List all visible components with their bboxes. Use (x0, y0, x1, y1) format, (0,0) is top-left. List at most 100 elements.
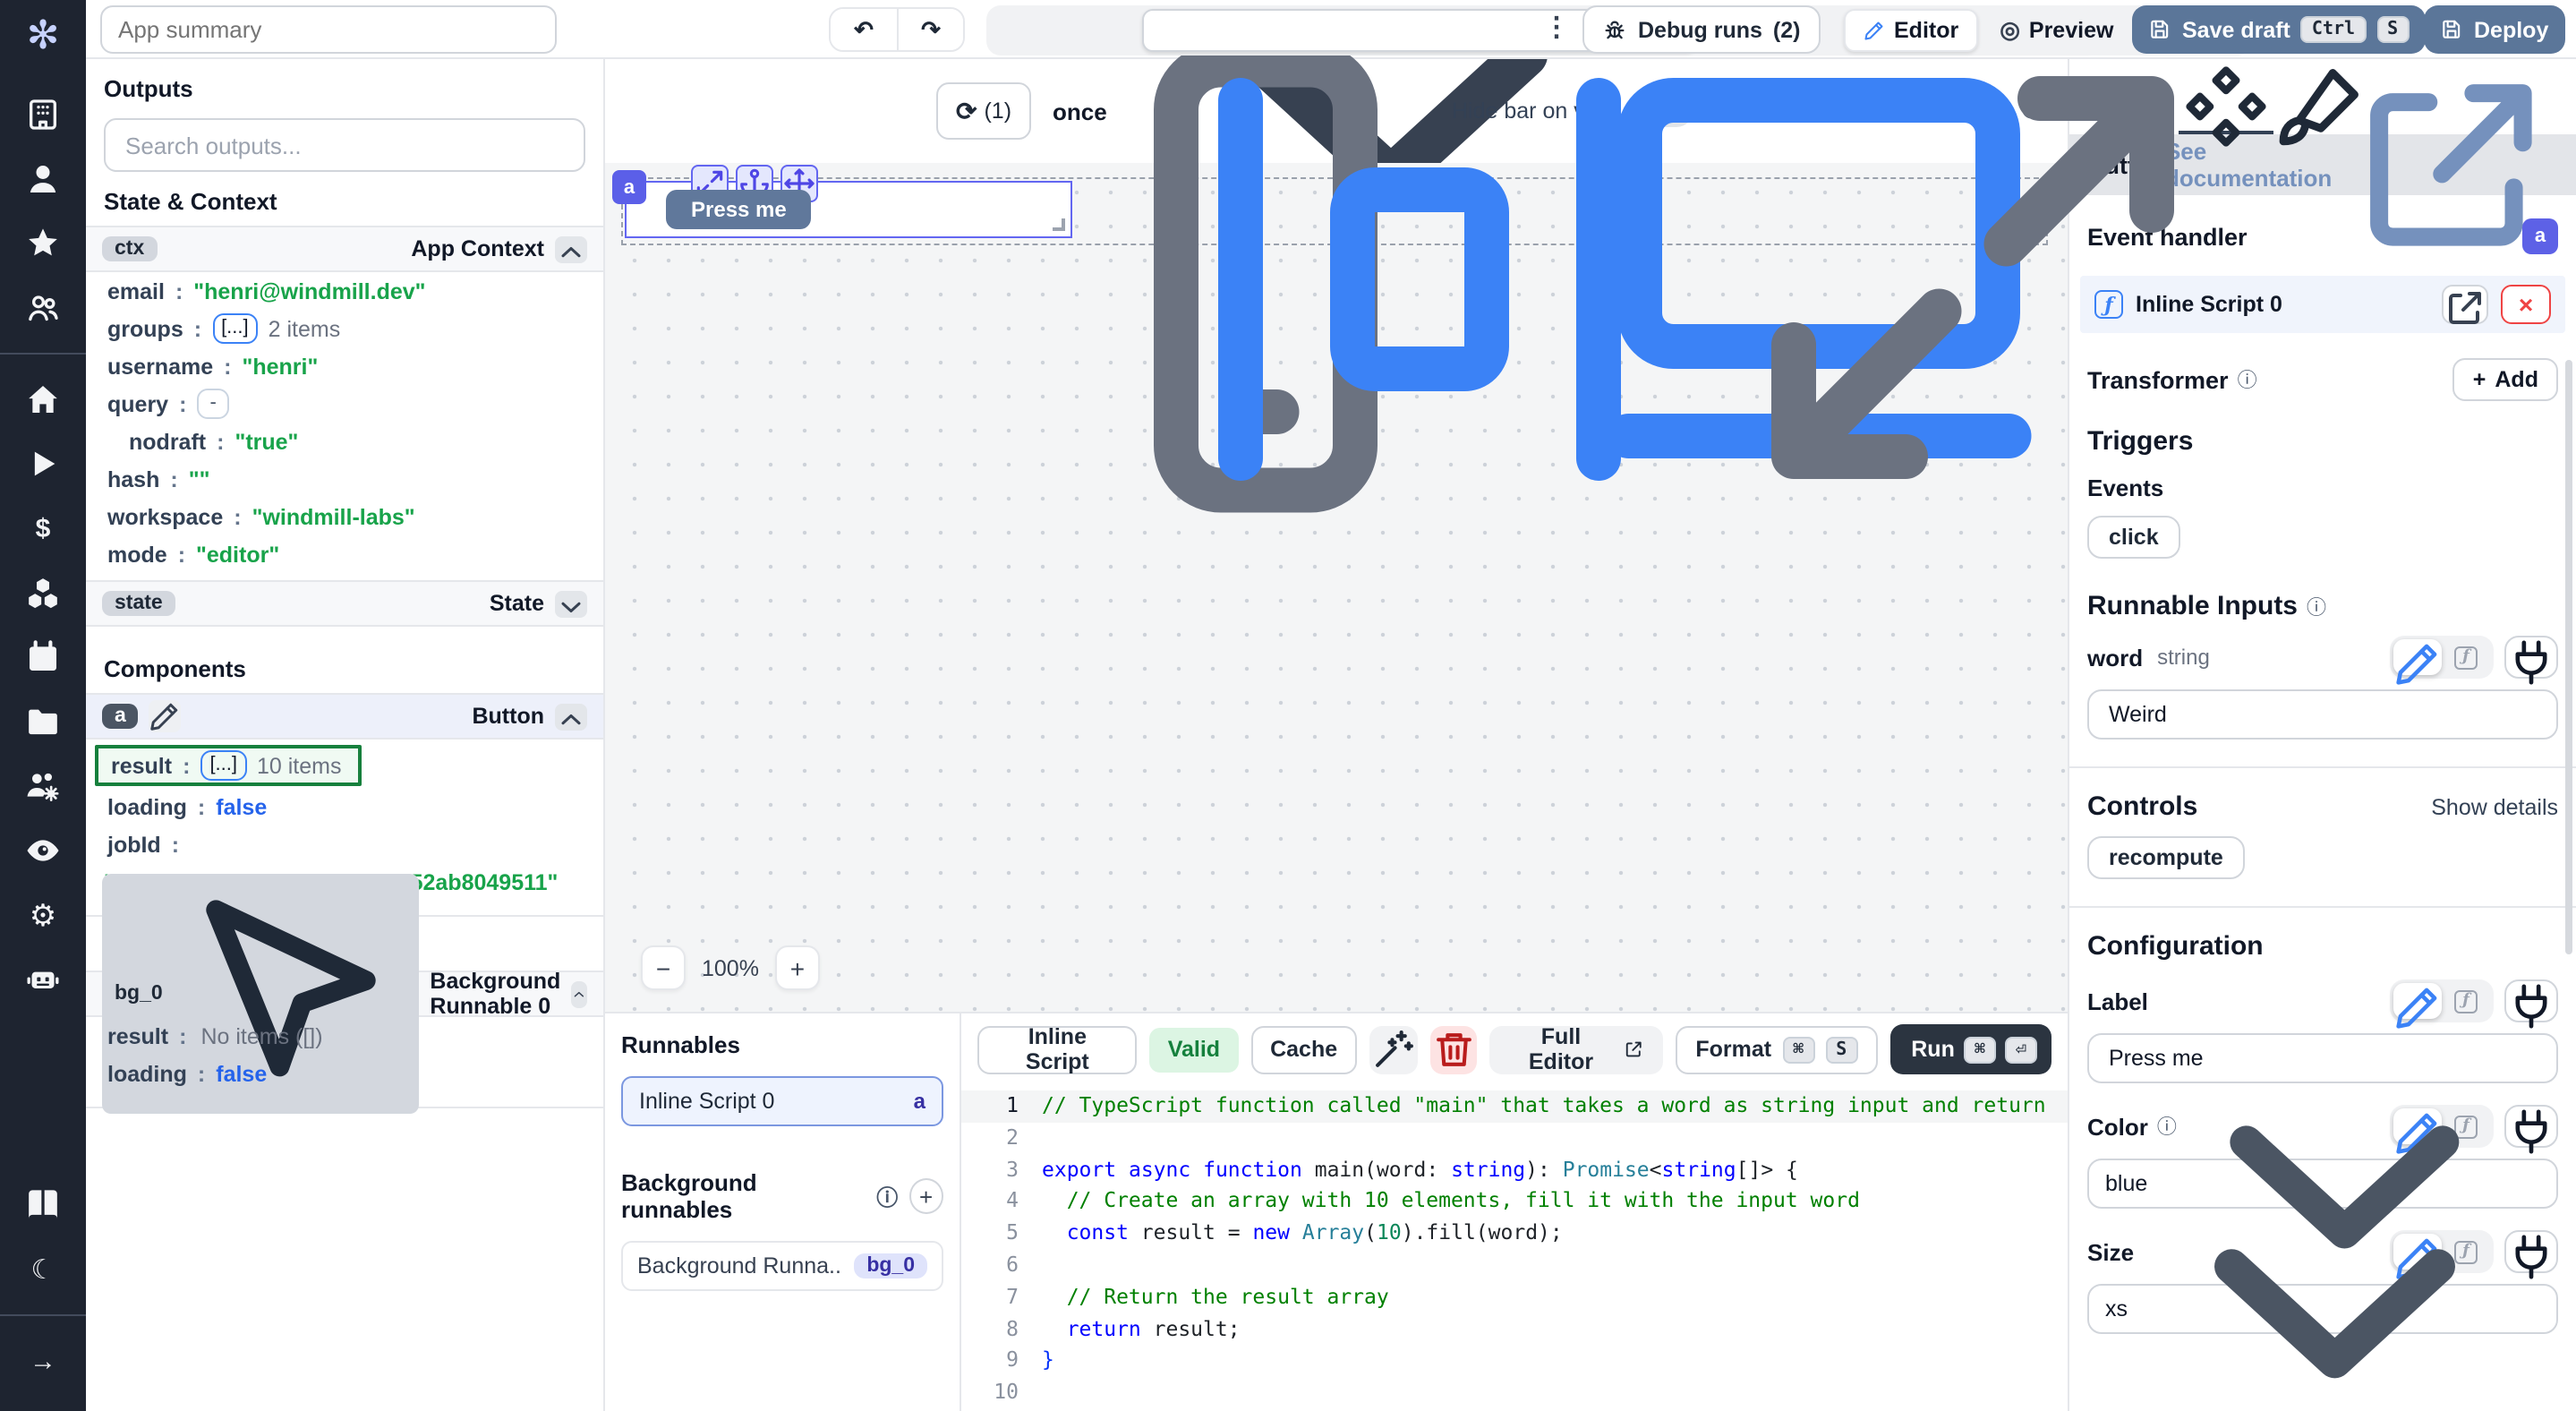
run-button[interactable]: Run ⌘⏎ (1889, 1024, 2051, 1074)
chevron-up-icon (555, 703, 587, 735)
sidebar-item-bot[interactable] (25, 962, 61, 997)
inline-script-item[interactable]: Inline Script 0 a (621, 1076, 943, 1126)
ctx-row-groups: groups:[...]2 items (86, 310, 603, 347)
pencil-icon (149, 700, 182, 732)
press-me-button[interactable]: Press me (666, 190, 812, 229)
format-button[interactable]: Format ⌘S (1676, 1025, 1877, 1073)
pencil-icon (2393, 639, 2442, 688)
save-draft-button[interactable]: Save draft CtrlS (2132, 5, 2425, 54)
ctx-section-header[interactable]: ctx App Context (86, 226, 603, 272)
sidebar-item-user[interactable] (25, 161, 61, 197)
sidebar-item-building[interactable] (25, 97, 61, 133)
key: hash (107, 466, 159, 492)
state-expand-button[interactable] (555, 590, 587, 617)
sidebar-item-play[interactable] (25, 446, 61, 482)
delete-script-button[interactable] (1429, 1025, 1477, 1073)
size-select[interactable]: xs (2087, 1284, 2558, 1334)
add-bg-runnable-button[interactable]: + (908, 1178, 943, 1214)
code-line: 2 (961, 1123, 2068, 1155)
button-component-header[interactable]: a Button (86, 693, 603, 740)
sidebar-item-moon[interactable]: ☾ (25, 1252, 61, 1287)
ctx-row-email: email:"henri@windmill.dev" (86, 272, 603, 310)
inline-script-tab[interactable]: Inline Script (977, 1025, 1138, 1073)
eval-mode-button[interactable]: ƒ (2442, 639, 2490, 675)
state-section-header[interactable]: state State (86, 580, 603, 627)
ai-wand-button[interactable] (1369, 1025, 1417, 1073)
bg0-collapse-button[interactable] (571, 980, 587, 1007)
redo-button[interactable]: ↷ (897, 7, 963, 52)
bottom-panel: Runnables Inline Script 0 a Background r… (605, 1012, 2068, 1411)
search-outputs-input[interactable] (122, 130, 567, 160)
open-script-button[interactable] (2442, 285, 2488, 324)
script-editor: Inline Script Valid Cache Full Editor Fo… (961, 1013, 2068, 1411)
full-editor-button[interactable]: Full Editor (1489, 1025, 1663, 1073)
static-mode-button[interactable] (2393, 639, 2442, 675)
ctx-row-workspace: workspace:"windmill-labs" (86, 498, 603, 535)
zoom-out-button[interactable]: − (641, 945, 686, 990)
sidebar-item-home[interactable] (25, 381, 61, 417)
component-a-badge[interactable]: a (102, 704, 139, 729)
show-details-link[interactable]: Show details (2431, 794, 2558, 819)
word-input[interactable] (2105, 700, 2540, 729)
runnables-panel: Runnables Inline Script 0 a Background r… (605, 1013, 961, 1411)
bg0-section-header[interactable]: bg_0 Background Runnable 0 (86, 971, 603, 1017)
info-icon[interactable]: ⓘ (876, 1181, 898, 1211)
state-badge[interactable]: state (102, 591, 175, 616)
preview-tab[interactable]: ◎ Preview (1982, 9, 2131, 52)
sidebar-item-arrow-right[interactable]: → (25, 1343, 61, 1379)
bg-runnables-header: Background runnables ⓘ + (621, 1169, 943, 1223)
editor-tab[interactable]: Editor (1844, 9, 1978, 52)
expand-chip[interactable]: [...] (200, 750, 246, 781)
plug-icon (2506, 637, 2556, 688)
key: mode (107, 542, 167, 567)
refresh-icon: ⟳ (956, 96, 977, 126)
sidebar-item-users[interactable] (25, 290, 61, 326)
info-icon[interactable]: ⓘ (2307, 592, 2326, 620)
preview-icon: ◎ (2000, 16, 2020, 45)
value: false (216, 1061, 267, 1086)
remove-script-button[interactable]: × (2501, 285, 2551, 324)
zoom-controls: − 100% + (641, 945, 820, 990)
key: nodraft (129, 429, 206, 454)
sidebar-item-star[interactable] (25, 226, 61, 261)
code-editor[interactable]: 1// TypeScript function called "main" th… (961, 1085, 2068, 1411)
valid-badge: Valid (1150, 1027, 1238, 1072)
script-id-badge: a (914, 1089, 925, 1114)
search-outputs-box (104, 118, 585, 172)
debug-runs-button[interactable]: Debug runs(2) (1582, 5, 1820, 54)
app-summary-input[interactable] (100, 5, 557, 54)
rename-component-button[interactable] (149, 700, 182, 732)
chevron-down-icon (555, 590, 587, 622)
sidebar-item-calendar[interactable] (25, 639, 61, 675)
undo-button[interactable]: ↶ (831, 7, 897, 52)
button-collapse-button[interactable] (555, 703, 587, 730)
external-link-icon (1624, 1039, 1643, 1060)
windmill-logo-icon[interactable]: ✻ (21, 14, 64, 57)
scrollbar-thumb[interactable] (2565, 360, 2572, 954)
sidebar-item-gear[interactable]: ⚙ (25, 897, 61, 933)
expand-chip[interactable]: [...] (212, 313, 258, 344)
value: 2 items (269, 316, 341, 341)
sidebar-item-folder[interactable] (25, 704, 61, 740)
sidebar-item-eye[interactable] (25, 833, 61, 868)
sidebar-item-boxes[interactable] (25, 575, 61, 611)
zoom-in-button[interactable]: + (775, 945, 820, 990)
connect-input-button[interactable] (2504, 636, 2558, 679)
more-menu-button[interactable]: ⋮ (1543, 11, 1570, 43)
center-layout-icon (1151, 11, 1688, 548)
sidebar-item-users-cog[interactable] (25, 768, 61, 804)
ctx-collapse-button[interactable] (555, 235, 587, 262)
add-transformer-button[interactable]: + Add (2453, 358, 2558, 401)
outputs-panel: Outputs State & Context ctx App Context … (86, 59, 605, 1411)
deploy-button[interactable]: Deploy (2424, 5, 2564, 54)
recompute-chip[interactable]: recompute (2087, 836, 2245, 879)
cache-button[interactable]: Cache (1250, 1025, 1357, 1073)
value: "editor" (196, 542, 279, 567)
ctx-row-mode: mode:"editor" (86, 535, 603, 573)
ctx-row-username: username:"henri" (86, 347, 603, 385)
sidebar-item-book[interactable] (25, 1187, 61, 1223)
sidebar-item-dollar[interactable]: $ (25, 510, 61, 546)
ctx-badge[interactable]: ctx (102, 236, 157, 261)
left-sidebar: ✻ $ ⚙ ☾ → (0, 0, 86, 1411)
bg-runnable-item[interactable]: Background Runna... bg_0 (621, 1241, 943, 1291)
